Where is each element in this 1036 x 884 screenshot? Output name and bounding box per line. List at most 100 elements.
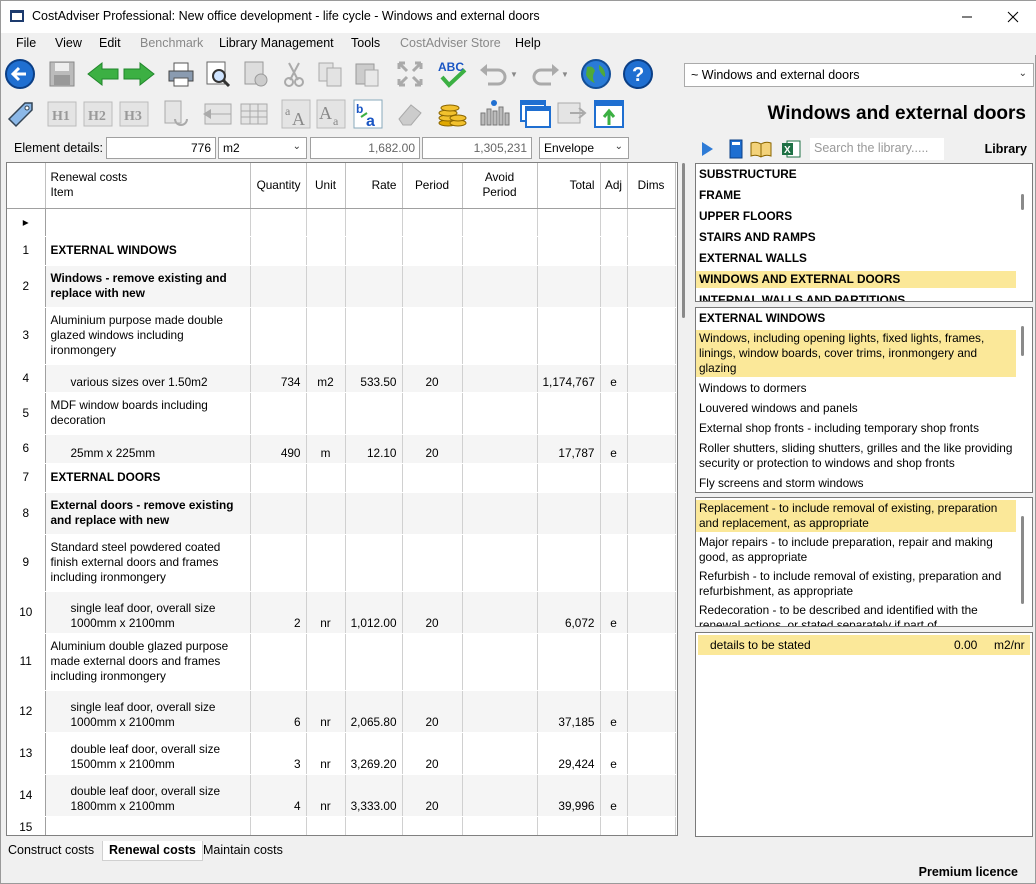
period-cell[interactable]: 20 xyxy=(402,690,463,733)
category-select[interactable]: Envelope ⌄ xyxy=(539,137,629,159)
period-cell[interactable] xyxy=(402,492,463,535)
rate-cell[interactable]: 12.10 xyxy=(345,434,403,464)
library-element-item[interactable]: EXTERNAL WALLS xyxy=(696,250,1016,267)
table-row[interactable]: 4 various sizes over 1.50m2 734 m2 533.50 20 1… xyxy=(7,364,676,393)
heading1-button[interactable]: H1 xyxy=(46,98,78,130)
new-row[interactable]: ▸ xyxy=(7,208,676,237)
table-row[interactable]: 1 EXTERNAL WINDOWS xyxy=(7,236,676,266)
dims-cell[interactable] xyxy=(627,307,676,365)
table-row[interactable]: 11 Aluminium double glazed purpose made e… xyxy=(7,633,676,691)
unit-cell[interactable] xyxy=(306,816,346,835)
avoid-period-cell[interactable] xyxy=(462,364,538,393)
item-cell[interactable]: single leaf door, overall size 1000mm x … xyxy=(45,591,251,634)
dims-cell[interactable] xyxy=(627,534,676,592)
period-cell[interactable] xyxy=(402,307,463,365)
total-cell[interactable]: 17,787 xyxy=(537,434,601,464)
adj-cell[interactable]: e xyxy=(600,364,628,393)
rate-cell[interactable]: 3,333.00 xyxy=(345,774,403,817)
item-cell[interactable]: double leaf door, overall size 1500mm x … xyxy=(45,732,251,775)
library-action-item[interactable]: Major repairs - to include preparation, … xyxy=(696,534,1016,566)
column-header-unit[interactable]: Unit xyxy=(306,163,346,209)
period-cell[interactable] xyxy=(402,236,463,266)
menu-costadviser-store[interactable]: CostAdviser Store xyxy=(400,36,501,50)
help-button[interactable]: ? xyxy=(621,58,655,90)
tag-button[interactable] xyxy=(4,98,36,130)
library-element-item[interactable]: STAIRS AND RAMPS xyxy=(696,229,1016,246)
total-cell[interactable]: 6,072 xyxy=(537,591,601,634)
refresh-page-button[interactable] xyxy=(160,98,192,130)
quantity-cell[interactable] xyxy=(250,534,307,592)
avoid-period-cell[interactable] xyxy=(462,492,538,535)
play-icon[interactable] xyxy=(700,141,714,157)
avoid-period-cell[interactable] xyxy=(462,732,538,775)
quantity-cell[interactable] xyxy=(250,265,307,308)
quantity-cell[interactable]: 6 xyxy=(250,690,307,733)
table-row[interactable]: 5 MDF window boards including decoration xyxy=(7,392,676,435)
column-header-dims[interactable]: Dims xyxy=(627,163,676,209)
table-row[interactable]: 6 25mm x 225mm 490 m 12.10 20 17,787 e xyxy=(7,434,676,464)
next-button[interactable] xyxy=(122,58,156,90)
unit-cell[interactable]: nr xyxy=(306,690,346,733)
table-row[interactable]: 13 double leaf door, overall size 1500mm … xyxy=(7,732,676,775)
rate-field[interactable]: 1,682.00 xyxy=(310,137,420,159)
dims-cell[interactable] xyxy=(627,591,676,634)
cut-button[interactable] xyxy=(278,58,310,90)
rate-cell[interactable] xyxy=(345,463,403,493)
table-button[interactable] xyxy=(238,98,270,130)
total-cell[interactable] xyxy=(537,392,601,435)
unit-cell[interactable]: m2 xyxy=(306,364,346,393)
dims-cell[interactable] xyxy=(627,492,676,535)
quantity-cell[interactable]: 490 xyxy=(250,434,307,464)
dims-cell[interactable] xyxy=(627,633,676,691)
unit-cell[interactable]: nr xyxy=(306,591,346,634)
rate-cell[interactable]: 3,269.20 xyxy=(345,732,403,775)
font-size-up-button[interactable]: aA xyxy=(280,98,312,130)
font-color-button[interactable]: ba xyxy=(352,98,384,130)
total-cell[interactable] xyxy=(537,492,601,535)
dims-cell[interactable] xyxy=(627,364,676,393)
library-component-item[interactable]: Louvered windows and panels xyxy=(696,400,1016,417)
quantity-cell[interactable] xyxy=(250,633,307,691)
rate-cell[interactable] xyxy=(345,633,403,691)
unit-cell[interactable] xyxy=(306,463,346,493)
library-action-item[interactable]: Redecoration - to be described and ident… xyxy=(696,602,1016,626)
insert-row-button[interactable] xyxy=(201,98,233,130)
library-action-item[interactable]: Replacement - to include removal of exis… xyxy=(696,500,1016,532)
avoid-period-cell[interactable] xyxy=(462,307,538,365)
library-search-input[interactable]: Search the library..... xyxy=(810,138,944,160)
print-preview-button[interactable] xyxy=(201,58,233,90)
column-header-quantity[interactable]: Quantity xyxy=(250,163,307,209)
library-component-item[interactable]: Roller shutters, sliding shutters, grill… xyxy=(696,440,1016,472)
period-cell[interactable]: 20 xyxy=(402,434,463,464)
total-cell[interactable] xyxy=(537,307,601,365)
back-button[interactable] xyxy=(4,58,36,90)
total-field[interactable]: 1,305,231 xyxy=(422,137,532,159)
total-cell[interactable] xyxy=(537,534,601,592)
menu-benchmark[interactable]: Benchmark xyxy=(140,36,203,50)
coins-button[interactable] xyxy=(436,98,468,130)
total-cell[interactable]: 39,996 xyxy=(537,774,601,817)
menu-help[interactable]: Help xyxy=(515,36,541,50)
library-component-item[interactable]: Windows to dormers xyxy=(696,380,1016,397)
unit-cell[interactable] xyxy=(306,633,346,691)
item-cell[interactable] xyxy=(45,816,251,835)
unit-cell[interactable]: nr xyxy=(306,732,346,775)
adj-cell[interactable]: e xyxy=(600,774,628,817)
rate-cell[interactable] xyxy=(345,492,403,535)
dims-cell[interactable] xyxy=(627,774,676,817)
period-cell[interactable] xyxy=(402,392,463,435)
unit-cell[interactable] xyxy=(306,534,346,592)
book-open-icon[interactable] xyxy=(750,140,772,158)
scrollbar-thumb[interactable] xyxy=(682,163,685,318)
item-cell[interactable]: EXTERNAL DOORS xyxy=(45,463,251,493)
cost-grid[interactable]: Renewal costs Item Quantity Unit Rate Per… xyxy=(6,162,678,836)
avoid-period-cell[interactable] xyxy=(462,392,538,435)
rate-cell[interactable] xyxy=(345,265,403,308)
heading2-button[interactable]: H2 xyxy=(82,98,114,130)
item-cell[interactable]: EXTERNAL WINDOWS xyxy=(45,236,251,266)
book-blue-icon[interactable] xyxy=(728,139,744,159)
tab-construct-costs[interactable]: Construct costs xyxy=(2,841,100,861)
avoid-period-cell[interactable] xyxy=(462,633,538,691)
chart-button[interactable] xyxy=(478,98,510,130)
upload-button[interactable] xyxy=(593,98,625,130)
